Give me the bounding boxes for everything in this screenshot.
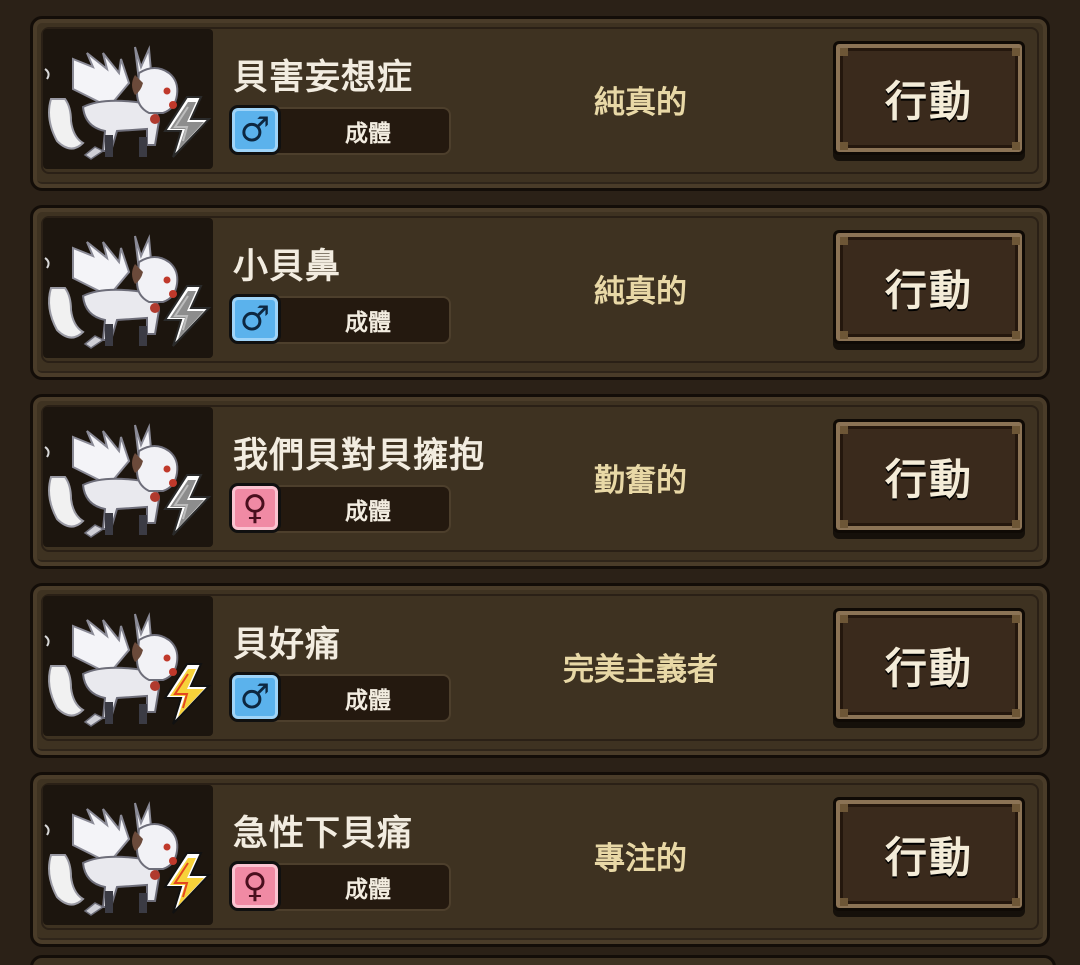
button-rivet (840, 615, 848, 623)
button-rivet (1012, 331, 1020, 339)
button-rivet (840, 48, 848, 56)
personality-trait: 完美主義者 (563, 652, 718, 688)
personality-trait: 勤奮的 (594, 463, 687, 499)
growth-stage-label: 成體 (255, 485, 451, 533)
monster-name: 貝好痛 (233, 625, 342, 665)
button-rivet (1012, 898, 1020, 906)
action-button[interactable]: 行動 (833, 230, 1025, 344)
button-rivet (840, 331, 848, 339)
male-icon: ♂ (229, 672, 281, 722)
growth-stage-label: 成體 (255, 863, 451, 911)
button-rivet (840, 520, 848, 528)
lightning-bolt-icon-gray (161, 95, 213, 159)
growth-stage-label: 成體 (255, 674, 451, 722)
button-rivet (1012, 426, 1020, 434)
growth-stage-label: 成體 (255, 107, 451, 155)
monster-list: 貝害妄想症 成體 ♂ 純真的 行動 小貝鼻 成體 ♂ 純真的 行動 我們貝對貝擁… (0, 0, 1080, 965)
button-rivet (840, 898, 848, 906)
button-rivet (840, 709, 848, 717)
female-icon: ♀ (229, 483, 281, 533)
action-button-label: 行動 (884, 454, 973, 504)
action-button-label: 行動 (884, 265, 973, 315)
action-button-label: 行動 (884, 643, 973, 693)
male-icon: ♂ (229, 105, 281, 155)
monster-name: 貝害妄想症 (233, 58, 414, 98)
monster-name: 小貝鼻 (233, 247, 342, 287)
button-rivet (1012, 709, 1020, 717)
button-rivet (1012, 237, 1020, 245)
monster-card[interactable]: 貝害妄想症成體 ♂ 純真的 行動 (30, 16, 1050, 191)
action-button-label: 行動 (884, 76, 973, 126)
male-icon: ♂ (229, 294, 281, 344)
growth-stage-label: 成體 (255, 296, 451, 344)
next-card-edge (30, 955, 1056, 965)
lightning-bolt-icon-gray (161, 473, 213, 537)
button-rivet (840, 237, 848, 245)
button-rivet (840, 426, 848, 434)
personality-trait: 純真的 (594, 274, 687, 310)
button-rivet (1012, 48, 1020, 56)
female-icon: ♀ (229, 861, 281, 911)
lightning-bolt-icon-yellow (161, 851, 213, 915)
monster-card[interactable]: 我們貝對貝擁抱成體 ♀ 勤奮的 行動 (30, 394, 1050, 569)
lightning-bolt-icon-yellow (161, 662, 213, 726)
action-button[interactable]: 行動 (833, 608, 1025, 722)
action-button[interactable]: 行動 (833, 41, 1025, 155)
action-button-label: 行動 (884, 832, 973, 882)
button-rivet (840, 142, 848, 150)
action-button[interactable]: 行動 (833, 419, 1025, 533)
button-rivet (1012, 615, 1020, 623)
button-rivet (1012, 520, 1020, 528)
monster-name: 我們貝對貝擁抱 (233, 436, 486, 476)
monster-card[interactable]: 貝好痛成體 ♂ 完美主義者 行動 (30, 583, 1050, 758)
button-rivet (840, 804, 848, 812)
personality-trait: 專注的 (594, 841, 687, 877)
button-rivet (1012, 142, 1020, 150)
button-rivet (1012, 804, 1020, 812)
personality-trait: 純真的 (594, 85, 687, 121)
action-button[interactable]: 行動 (833, 797, 1025, 911)
lightning-bolt-icon-gray (161, 284, 213, 348)
monster-card[interactable]: 急性下貝痛成體 ♀ 專注的 行動 (30, 772, 1050, 947)
monster-name: 急性下貝痛 (233, 814, 414, 854)
monster-card[interactable]: 小貝鼻成體 ♂ 純真的 行動 (30, 205, 1050, 380)
